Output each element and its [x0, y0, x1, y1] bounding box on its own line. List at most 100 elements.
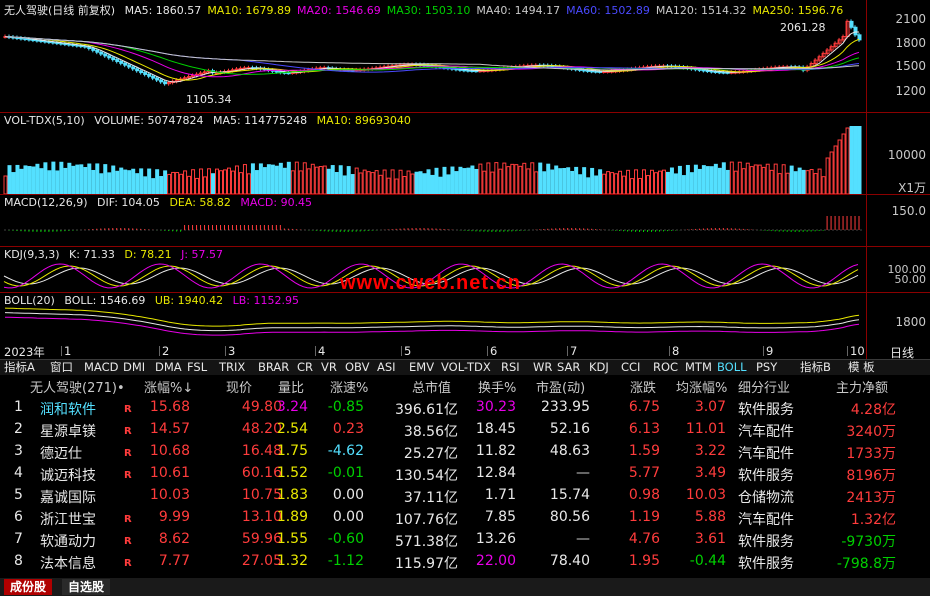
avg-change: 5.88: [694, 509, 726, 525]
volume-bar: [171, 171, 176, 194]
volume-bar: [530, 162, 535, 194]
indicator-tab[interactable]: DMI: [123, 360, 145, 375]
volume-bar: [179, 173, 184, 194]
indicator-tab[interactable]: VOL-TDX: [441, 360, 491, 375]
volume-bar: [322, 165, 327, 194]
indicator-tab[interactable]: SAR: [557, 360, 580, 375]
indicator-tab[interactable]: CCI: [621, 360, 640, 375]
indicator-tab[interactable]: BOLL: [717, 360, 747, 375]
volume-bar: [661, 169, 666, 194]
column-header[interactable]: 无人驾驶(271)•: [30, 377, 125, 396]
industry: 汽车配件: [738, 424, 794, 440]
table-row[interactable]: 8 法本信息 7.77 27.05 1.32 -1.12 115.97亿 22.00 78.40…: [0, 550, 930, 572]
indicator-tab[interactable]: 指标A: [4, 360, 35, 375]
indicator-tab[interactable]: MTM: [685, 360, 712, 375]
pct-change: 15.68: [149, 399, 190, 415]
volume-bar: [238, 172, 243, 194]
pct-change: 10.03: [149, 487, 190, 503]
indicator-tab[interactable]: RSI: [501, 360, 520, 375]
indicator-tab[interactable]: 窗口: [50, 360, 73, 375]
volume-bar: [749, 166, 754, 194]
avg-change: -0.44: [689, 553, 726, 569]
volume-bar: [215, 168, 219, 194]
column-header[interactable]: 量比: [278, 377, 304, 396]
volume-bar: [634, 169, 639, 194]
volume-bar: [785, 172, 790, 194]
candle: [163, 81, 168, 85]
industry: 软件服务: [738, 402, 794, 418]
indicator-tab[interactable]: PSY: [756, 360, 777, 375]
indicator-tab[interactable]: ASI: [377, 360, 396, 375]
volume-bar: [334, 172, 339, 194]
pe-ratio: 52.16: [549, 421, 590, 437]
pct-change: 9.99: [158, 509, 190, 525]
row-index: 2: [14, 421, 23, 437]
indicator-tab[interactable]: EMV: [409, 360, 434, 375]
macd-chart[interactable]: [0, 208, 866, 246]
indicator-tab[interactable]: ROC: [653, 360, 678, 375]
column-header[interactable]: 现价: [226, 377, 252, 396]
volume-axis-tick: 10000: [887, 148, 926, 162]
volume-bar: [59, 161, 64, 194]
table-row[interactable]: 7 软通动力 8.62 59.96 1.55 -0.60 571.38亿 13.26—4.76…: [0, 528, 930, 550]
column-header[interactable]: 细分行业: [738, 377, 790, 396]
margin-flag: R: [124, 404, 132, 415]
volume-bar: [346, 166, 351, 194]
volume-bar: [610, 172, 615, 194]
margin-flag: R: [124, 514, 132, 525]
volume-bar: [454, 171, 459, 194]
indicator-tab[interactable]: FSL: [187, 360, 207, 375]
volume-bar: [390, 169, 395, 194]
industry: 软件服务: [738, 556, 794, 572]
indicator-tab[interactable]: VR: [321, 360, 337, 375]
stock-name: 德迈仕: [40, 446, 82, 462]
tab-component-stocks[interactable]: 成份股: [4, 579, 53, 595]
volume-bar: [71, 165, 76, 194]
kline-chart[interactable]: [0, 0, 866, 114]
column-header[interactable]: 总市值: [412, 377, 451, 396]
column-header[interactable]: 市盈(动): [536, 377, 585, 396]
volume-bar: [510, 163, 515, 194]
avg-change: 10.03: [685, 487, 726, 503]
table-row[interactable]: 6 浙江世宝 9.99 13.10 1.89 0.00 107.76亿 7.85 80.56 1.…: [0, 506, 930, 528]
table-row[interactable]: 2 星源卓镁 14.57 48.20 2.54 0.23 38.56亿 18.45 52.16 6…: [0, 418, 930, 440]
column-header[interactable]: 主力净额: [836, 377, 888, 396]
indicator-tab[interactable]: BRAR: [258, 360, 289, 375]
table-row[interactable]: 5 嘉诚国际 10.03 10.75 1.83 0.00 37.11亿 1.71 15.74 0.…: [0, 484, 930, 506]
column-header[interactable]: 均涨幅%: [676, 377, 727, 396]
indicator-tab[interactable]: 模 板: [848, 360, 875, 375]
indicator-tab[interactable]: MACD: [84, 360, 118, 375]
indicator-tab[interactable]: WR: [533, 360, 552, 375]
volume-bar: [234, 165, 239, 194]
column-header[interactable]: 涨速%: [330, 377, 368, 396]
pct-change: 14.57: [149, 421, 190, 437]
column-header[interactable]: 涨跌: [630, 377, 656, 396]
tab-watchlist[interactable]: 自选股: [62, 579, 111, 595]
column-header[interactable]: 涨幅%↓: [144, 377, 193, 396]
table-row[interactable]: 4 诚迈科技 10.61 60.16 1.52 -0.01 130.54亿 12.84—5.7…: [0, 462, 930, 484]
volume-bar: [462, 168, 467, 194]
month-label: 1: [64, 344, 72, 358]
main-net-flow: -9730万: [841, 534, 896, 550]
volume-bar: [83, 167, 88, 194]
volume-bar: [618, 170, 623, 194]
main-net-flow: 3240万: [846, 424, 896, 440]
column-header[interactable]: 换手%: [478, 377, 516, 396]
indicator-tab[interactable]: KDJ: [589, 360, 609, 375]
volume-bar: [330, 165, 335, 194]
indicator-tab[interactable]: TRIX: [219, 360, 245, 375]
market-cap: 396.61亿: [395, 402, 458, 418]
volume-bar: [498, 168, 503, 194]
table-row[interactable]: 1 润和软件 15.68 49.80 3.24 -0.85 396.61亿 30.23 233.…: [0, 396, 930, 418]
table-row[interactable]: 3 德迈仕 10.68 16.48 1.75 -4.62 25.27亿 11.82 48.63 1…: [0, 440, 930, 462]
volume-chart[interactable]: [0, 126, 866, 194]
pe-ratio: —: [576, 465, 590, 481]
boll-line: [4, 307, 860, 327]
indicator-tab[interactable]: CR: [297, 360, 313, 375]
stock-name: 浙江世宝: [40, 512, 96, 528]
boll-chart[interactable]: [0, 306, 866, 344]
indicator-tab[interactable]: OBV: [345, 360, 369, 375]
indicator-tab[interactable]: 指标B: [800, 360, 831, 375]
indicator-tab[interactable]: DMA: [155, 360, 182, 375]
pe-ratio: 78.40: [549, 553, 590, 569]
